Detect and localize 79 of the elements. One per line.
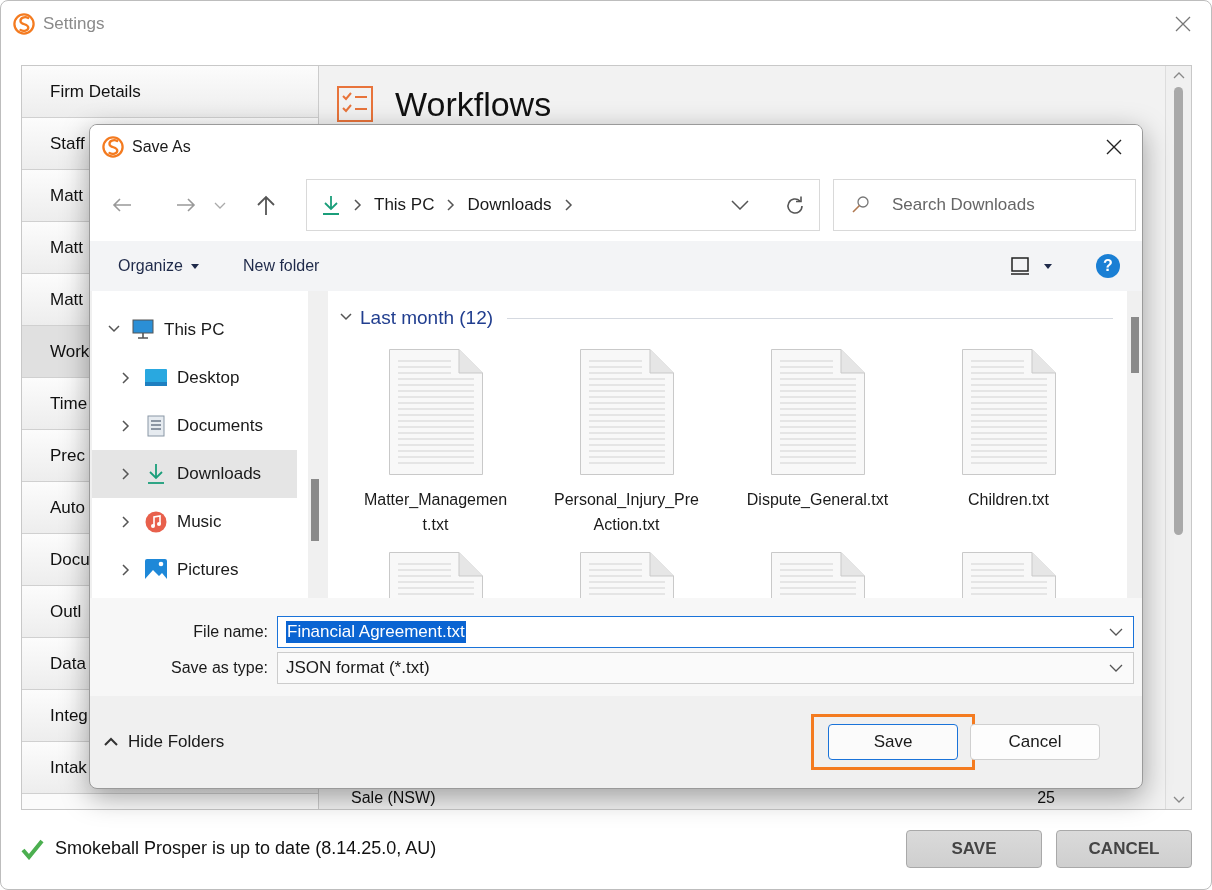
tree-label: Desktop: [177, 368, 240, 388]
tree-item[interactable]: Desktop: [92, 354, 297, 402]
menu-label: Organize: [118, 257, 183, 275]
tree-item[interactable]: Music: [92, 498, 297, 546]
document-icon: [145, 415, 167, 437]
new-folder-button[interactable]: New folder: [236, 253, 326, 279]
save-button[interactable]: SAVE: [906, 829, 1042, 868]
scrollbar[interactable]: [308, 291, 322, 598]
file-name-field[interactable]: Financial Agreement.txt: [277, 616, 1134, 648]
scrollbar[interactable]: [1165, 66, 1191, 809]
chevron-right-icon: [353, 199, 362, 211]
save-button[interactable]: Save: [828, 724, 958, 760]
window-title: Settings: [43, 14, 105, 34]
table-cell: 25: [1037, 789, 1055, 807]
breadcrumb-item[interactable]: This PC: [374, 195, 435, 215]
file-name[interactable]: Personal_Injury_PreAction.txt: [553, 487, 700, 537]
scroll-up-icon: [1172, 72, 1185, 79]
hide-folders-button[interactable]: Hide Folders: [104, 732, 225, 752]
scroll-down-icon: [1172, 796, 1185, 803]
computer-icon: [132, 319, 154, 341]
search-field[interactable]: Search Downloads: [833, 179, 1136, 231]
chevron-down-icon[interactable]: [1109, 664, 1123, 672]
field-label: Save as type:: [170, 659, 268, 677]
scrollbar-thumb[interactable]: [1174, 87, 1183, 535]
address-bar[interactable]: This PC Downloads: [306, 179, 820, 231]
scrollbar[interactable]: [1127, 291, 1142, 598]
chevron-up-icon: [104, 737, 118, 747]
picture-icon: [145, 559, 167, 581]
search-icon: [851, 195, 871, 215]
tree-label: Pictures: [177, 560, 239, 580]
chevron-down-icon: [214, 201, 226, 209]
close-icon: [1106, 139, 1122, 155]
breadcrumb-item[interactable]: Downloads: [467, 195, 552, 215]
page-heading: Workflows: [395, 84, 552, 124]
tree-item[interactable]: Pictures: [92, 546, 297, 594]
chevron-down-icon: [731, 200, 749, 210]
file-name[interactable]: Dispute_General.txt: [744, 487, 891, 512]
chevron-right-icon: [563, 199, 573, 211]
music-note-icon: [145, 511, 167, 533]
scrollbar-thumb[interactable]: [1130, 317, 1139, 373]
caret-down-icon: [1044, 263, 1052, 269]
close-icon: [1175, 16, 1191, 32]
download-arrow-icon: [321, 195, 341, 215]
file-name[interactable]: Children.txt: [935, 487, 1082, 512]
app-logo-icon: [102, 136, 124, 158]
refresh-icon: [785, 195, 805, 215]
tree-item[interactable]: This PC: [92, 306, 297, 354]
text-file-icon[interactable]: [770, 349, 865, 475]
tree-item[interactable]: Downloads: [92, 450, 297, 498]
dialog-title: Save As: [132, 138, 191, 156]
organize-menu[interactable]: Organize: [112, 253, 205, 279]
group-header[interactable]: Last month (12): [360, 307, 494, 329]
field-label: File name:: [192, 623, 268, 641]
chevron-down-icon[interactable]: [1109, 628, 1123, 636]
scrollbar-thumb[interactable]: [311, 479, 319, 541]
checklist-icon: [337, 86, 373, 122]
view-icon: [1010, 256, 1030, 276]
app-logo-icon: [13, 13, 35, 35]
up-arrow-icon: [255, 194, 277, 216]
tree-label: Documents: [177, 416, 263, 436]
status-message: Smokeball Prosper is up to date (8.14.25.0, AU): [55, 838, 437, 859]
text-file-icon[interactable]: [961, 349, 1056, 475]
caret-down-icon: [190, 263, 199, 269]
download-arrow-icon: [145, 463, 167, 485]
tree-label: Downloads: [177, 464, 262, 484]
cancel-button[interactable]: Cancel: [970, 724, 1100, 760]
desktop-icon: [145, 367, 167, 389]
checkmark-icon: [21, 837, 45, 860]
tree-label: This PC: [164, 320, 225, 340]
text-file-icon[interactable]: [579, 349, 674, 475]
tree-item[interactable]: Documents: [92, 402, 297, 450]
file-type-dropdown[interactable]: JSON format (*.txt): [277, 652, 1134, 684]
help-button[interactable]: ?: [1096, 254, 1120, 278]
file-name[interactable]: Matter_Management.txt: [362, 487, 509, 537]
chevron-right-icon: [446, 199, 456, 211]
tree-label: Music: [177, 512, 222, 532]
table-cell: Sale (NSW): [351, 789, 436, 807]
cancel-button[interactable]: CANCEL: [1056, 829, 1192, 868]
text-file-icon[interactable]: [388, 349, 483, 475]
